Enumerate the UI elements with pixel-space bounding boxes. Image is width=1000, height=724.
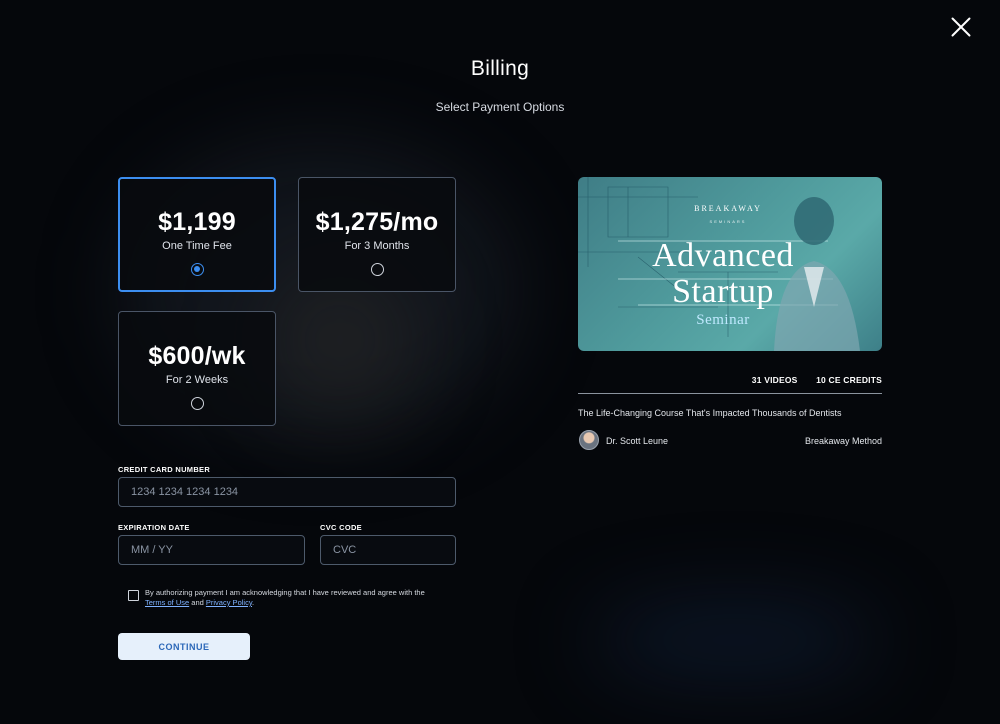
ce-credits: 10 CE CREDITS: [816, 375, 882, 385]
close-icon[interactable]: [950, 16, 972, 38]
privacy-policy-link[interactable]: Privacy Policy: [206, 598, 252, 607]
radio-icon[interactable]: [190, 263, 204, 276]
page-subtitle: Select Payment Options: [435, 100, 565, 114]
payment-option-weekly[interactable]: $600/wk For 2 Weeks: [118, 311, 276, 426]
course-title-line3: Seminar: [696, 312, 750, 328]
checkbox-icon[interactable]: [128, 590, 139, 601]
course-brand-sub: SEMINARS: [709, 219, 747, 224]
divider: [578, 393, 882, 394]
videos-count: 31 VIDEOS: [751, 375, 798, 385]
course-title-line1: Advanced: [652, 237, 794, 274]
card-number-input[interactable]: [118, 477, 456, 507]
course-stats: 31 VIDEOS 10 CE CREDITS: [578, 375, 882, 385]
expiration-label: EXPIRATION DATE: [118, 523, 190, 532]
course-thumbnail[interactable]: BREAKAWAY SEMINARS Advanced Startup Semi…: [578, 177, 882, 351]
course-publisher: Breakaway Method: [804, 436, 882, 446]
course-tagline: The Life-Changing Course That's Impacted…: [578, 408, 842, 418]
radio-icon[interactable]: [370, 263, 384, 276]
continue-button[interactable]: CONTINUE: [118, 633, 250, 660]
option-description: One Time Fee: [162, 240, 232, 252]
terms-and: and: [191, 598, 204, 607]
cvc-input[interactable]: [320, 535, 456, 565]
option-price: $1,275/mo: [315, 208, 439, 236]
card-number-label: CREDIT CARD NUMBER: [118, 465, 211, 474]
terms-text: By authorizing payment I am acknowledgin…: [145, 588, 465, 608]
option-description: For 2 Weeks: [165, 374, 229, 386]
terms-of-use-link[interactable]: Terms of Use: [145, 598, 189, 607]
page-title: Billing: [470, 57, 530, 80]
option-price: $600/wk: [148, 342, 246, 370]
option-description: For 3 Months: [344, 240, 410, 252]
payment-option-one-time[interactable]: $1,199 One Time Fee: [118, 177, 276, 292]
payment-option-monthly[interactable]: $1,275/mo For 3 Months: [298, 177, 456, 292]
course-brand: BREAKAWAY: [694, 204, 762, 213]
option-price: $1,199: [158, 208, 236, 236]
radio-icon[interactable]: [190, 397, 204, 410]
avatar: [579, 430, 599, 450]
terms-prefix: By authorizing payment I am acknowledgin…: [145, 588, 425, 597]
expiration-input[interactable]: [118, 535, 305, 565]
course-title-line2: Startup: [672, 273, 774, 310]
cvc-label: CVC CODE: [320, 523, 362, 532]
course-author: Dr. Scott Leune: [606, 436, 669, 446]
terms-suffix: .: [252, 598, 255, 607]
